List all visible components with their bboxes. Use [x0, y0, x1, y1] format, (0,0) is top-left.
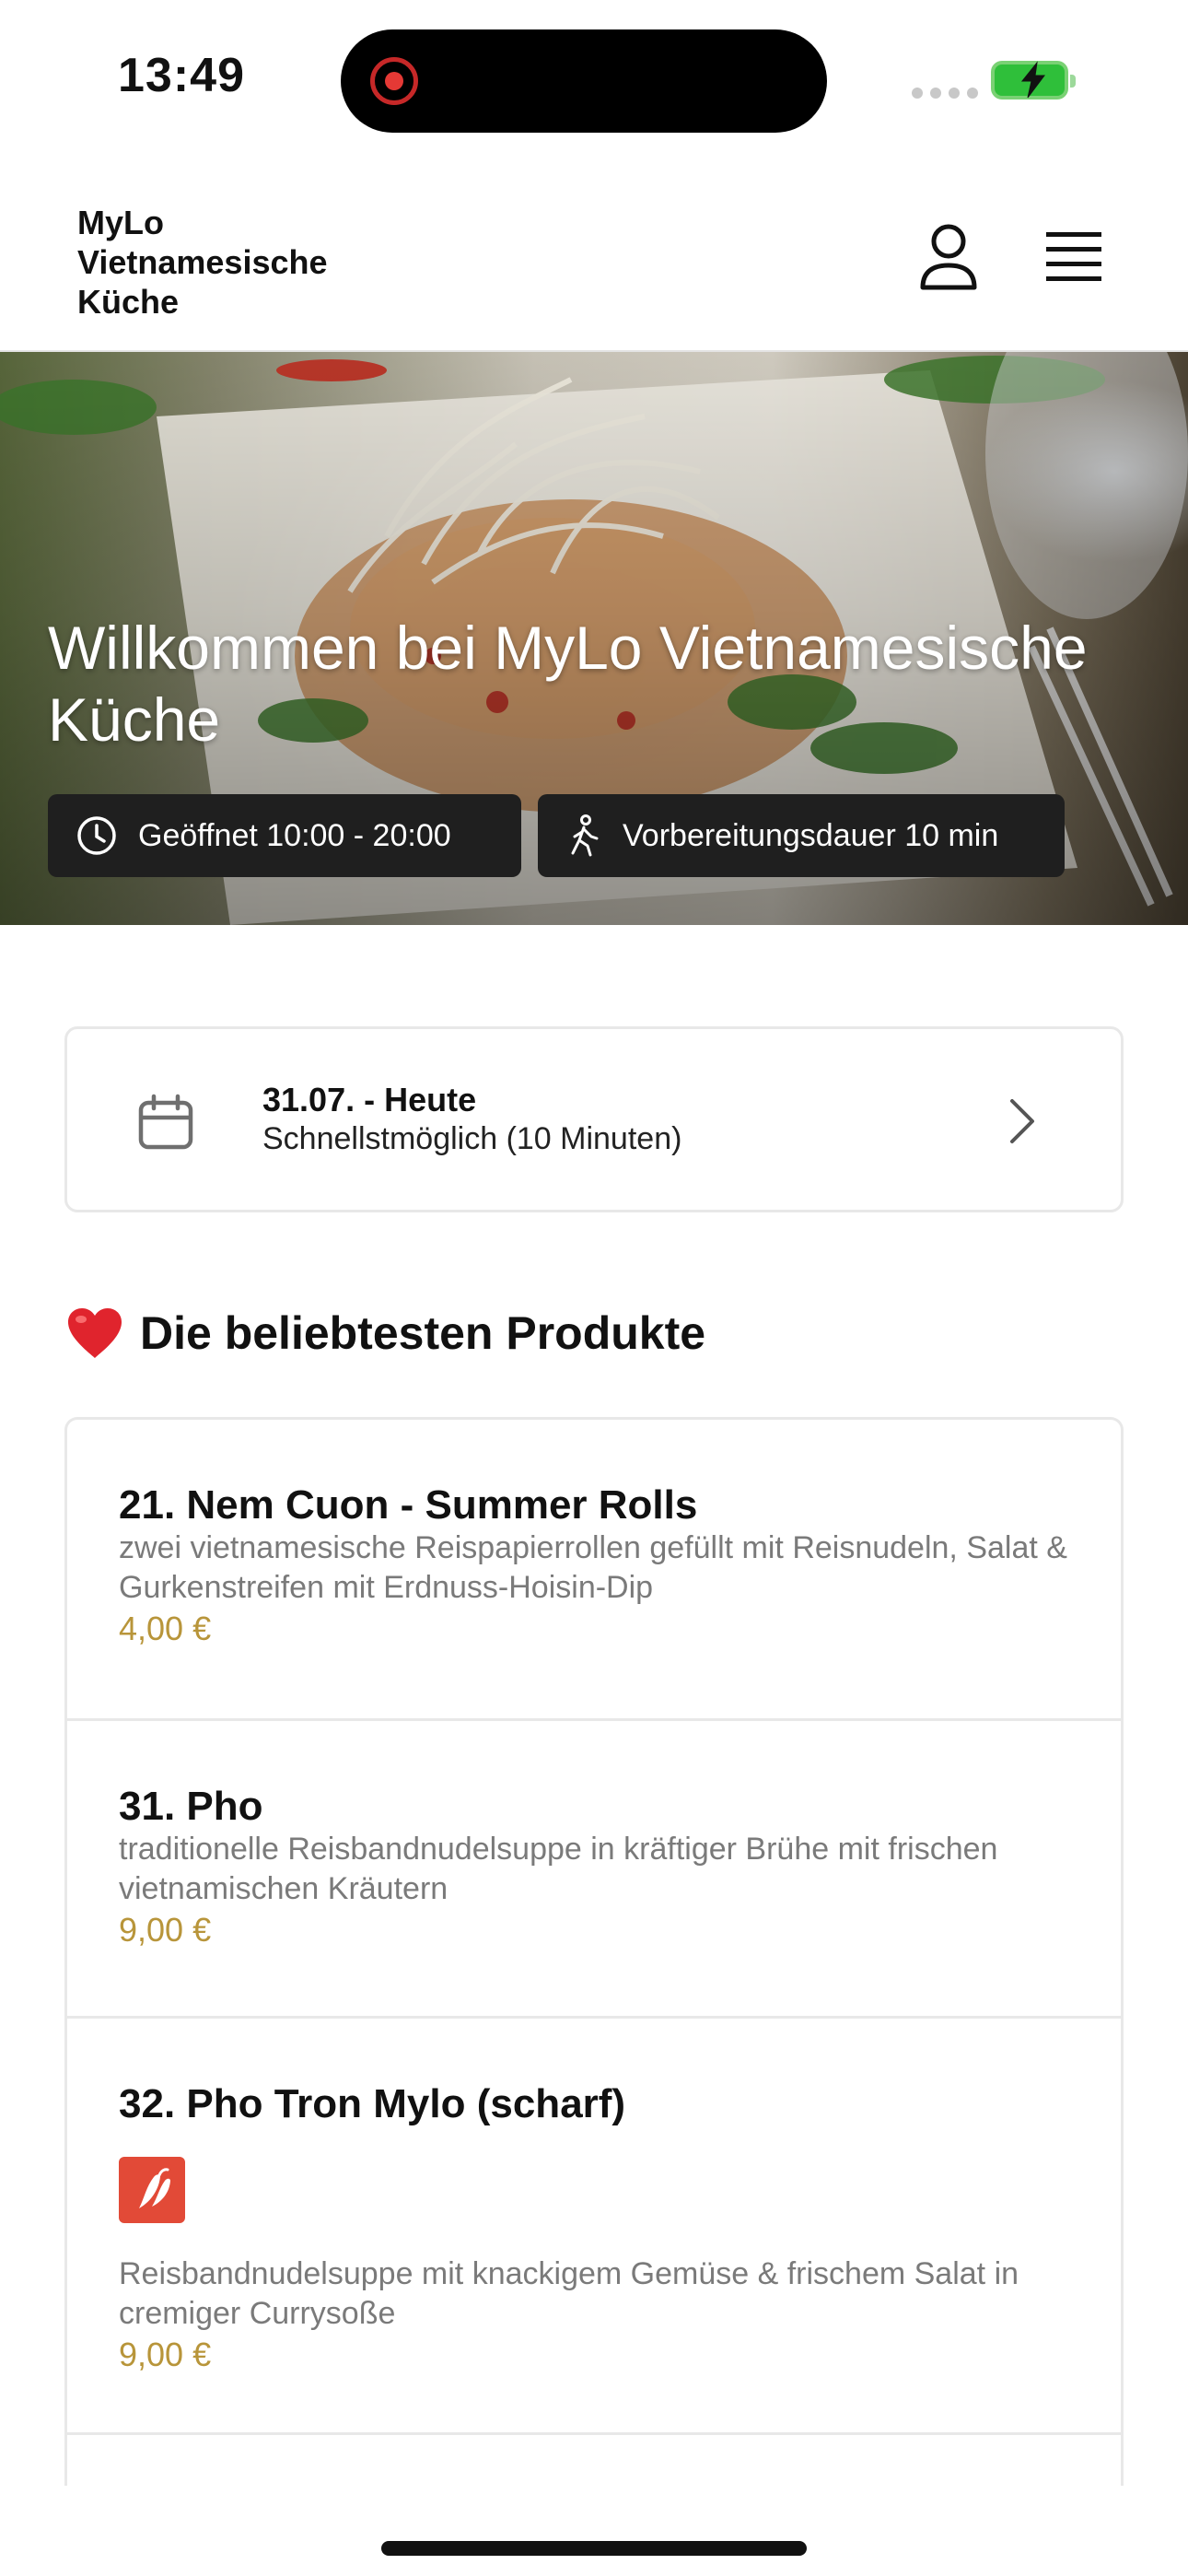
- product-price: 9,00 €: [119, 1911, 212, 1949]
- product-description: traditionelle Reisbandnudelsuppe in kräf…: [119, 1832, 998, 1906]
- product-item[interactable]: 32. Pho Tron Mylo (scharf) Reisbandnudel…: [67, 2019, 1121, 2435]
- app-header: MyLo Vietnamesische Küche: [0, 184, 1188, 352]
- product-price: 9,00 €: [119, 2336, 212, 2373]
- dynamic-island: [341, 29, 827, 133]
- user-icon: [920, 224, 977, 290]
- product-item[interactable]: [67, 2435, 1121, 2486]
- product-price: 4,00 €: [119, 1610, 212, 1647]
- product-name: 21. Nem Cuon - Summer Rolls: [119, 1482, 698, 1528]
- account-button[interactable]: [917, 223, 980, 293]
- prep-time-text: Vorbereitungsdauer 10 min: [623, 817, 999, 853]
- product-description: Reisbandnudelsuppe mit knackigem Gemüse …: [119, 2256, 1019, 2331]
- product-item[interactable]: 21. Nem Cuon - Summer Rolls zwei vietnam…: [67, 1420, 1121, 1721]
- prep-time-chip: Vorbereitungsdauer 10 min: [538, 794, 1065, 877]
- product-description: zwei vietnamesische Reispapierrollen gef…: [119, 1530, 1067, 1605]
- status-time: 13:49: [118, 49, 245, 102]
- chevron-right-icon: [1010, 1099, 1034, 1143]
- hamburger-menu-icon: [1046, 232, 1101, 281]
- status-bar: 13:49: [0, 0, 1188, 157]
- section-title: Die beliebtesten Produkte: [140, 1307, 706, 1359]
- clock-icon: [77, 816, 116, 855]
- signal-icon: [912, 88, 978, 99]
- product-list: 21. Nem Cuon - Summer Rolls zwei vietnam…: [64, 1417, 1124, 2486]
- menu-button[interactable]: [1042, 228, 1105, 287]
- hero-title: Willkommen bei MyLo Vietnamesische Küche: [48, 614, 1088, 754]
- walking-icon: [571, 814, 599, 857]
- order-date: 31.07. - Heute: [262, 1081, 477, 1118]
- brand-name[interactable]: MyLo Vietnamesische Küche: [77, 203, 390, 322]
- product-item[interactable]: 31. Pho traditionelle Reisbandnudelsuppe…: [67, 1721, 1121, 2019]
- battery-charging-icon: [991, 61, 1076, 100]
- calendar-icon: [138, 1094, 193, 1150]
- heart-icon: [68, 1308, 122, 1358]
- product-name: 32. Pho Tron Mylo (scharf): [119, 2081, 626, 2126]
- record-icon: [370, 57, 418, 105]
- home-indicator[interactable]: [381, 2541, 807, 2556]
- order-time-option: Schnellstmöglich (10 Minuten): [262, 1121, 682, 1156]
- opening-hours-chip: Geöffnet 10:00 - 20:00: [48, 794, 521, 877]
- popular-products-heading: Die beliebtesten Produkte: [66, 1306, 705, 1360]
- app-screen: 13:49 MyLo Vietnamesische Küche Willkomm…: [0, 0, 1188, 2576]
- opening-hours-text: Geöffnet 10:00 - 20:00: [138, 817, 451, 853]
- order-time-selector[interactable]: 31.07. - Heute Schnellstmöglich (10 Minu…: [64, 1026, 1124, 1212]
- spicy-badge: [119, 2157, 185, 2223]
- chili-pepper-icon: [139, 2168, 170, 2208]
- product-name: 31. Pho: [119, 1784, 263, 1829]
- hero-banner: Willkommen bei MyLo Vietnamesische Küche…: [0, 352, 1188, 925]
